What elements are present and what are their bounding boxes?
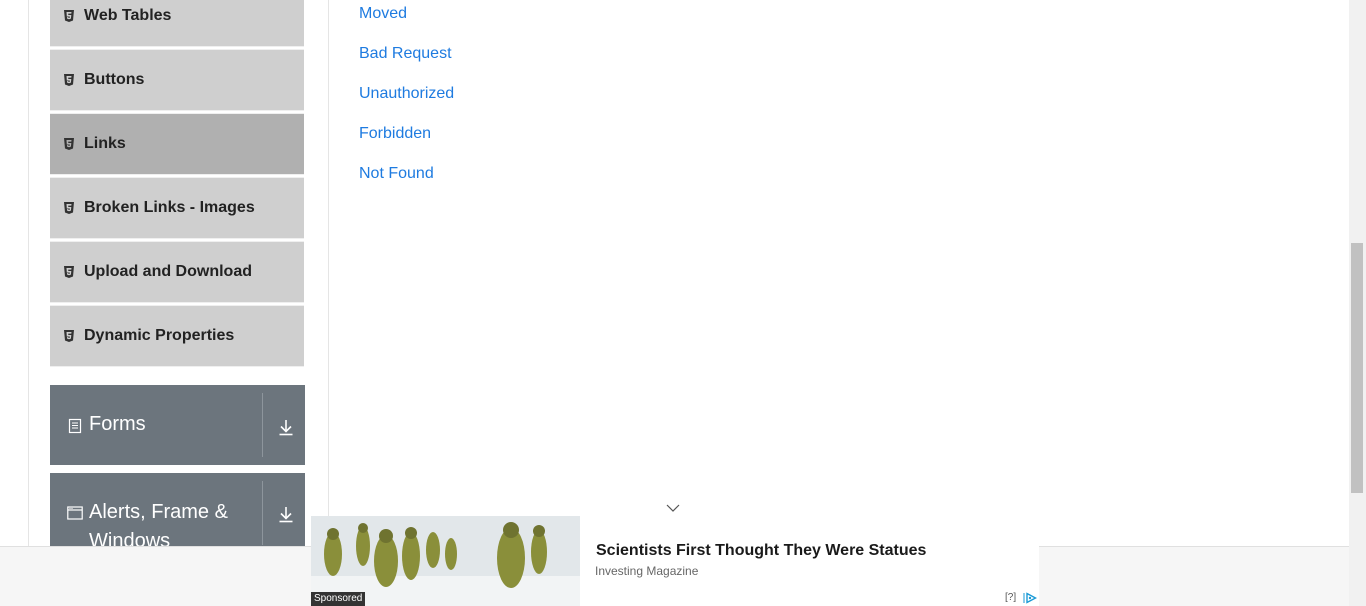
sponsored-ad[interactable]: Sponsored Scientists First Thought They … <box>311 516 1039 606</box>
download-arrow-icon[interactable] <box>276 504 296 524</box>
link-unauthorized[interactable]: Unauthorized <box>359 84 454 124</box>
menu-item-label: Web Tables <box>84 7 172 24</box>
group-divider <box>262 393 263 457</box>
link-forbidden[interactable]: Forbidden <box>359 124 454 164</box>
sponsored-label: Sponsored <box>311 592 366 606</box>
menu-item-broken-links-images[interactable]: Broken Links - Images <box>50 177 304 239</box>
ad-headline[interactable]: Scientists First Thought They Were Statu… <box>596 542 926 560</box>
menu-item-label: Links <box>84 135 126 152</box>
form-icon <box>68 418 82 434</box>
link-bad-request[interactable]: Bad Request <box>359 44 454 84</box>
link-moved[interactable]: Moved <box>359 4 454 44</box>
group-header-alerts-frame-windows[interactable]: Alerts, Frame & Windows <box>50 473 305 553</box>
group-divider <box>262 481 263 545</box>
html5-icon <box>64 10 74 22</box>
elements-menu-list: Web Tables Buttons Links Broken Links - … <box>50 0 304 369</box>
page: Web Tables Buttons Links Broken Links - … <box>0 0 1366 606</box>
chevron-down-icon[interactable] <box>665 502 681 514</box>
menu-item-upload-and-download[interactable]: Upload and Download <box>50 241 304 303</box>
html5-icon <box>64 202 74 214</box>
menu-item-label: Upload and Download <box>84 263 252 280</box>
menu-item-dynamic-properties[interactable]: Dynamic Properties <box>50 305 304 367</box>
ad-source: Investing Magazine <box>595 564 699 578</box>
menu-item-label: Broken Links - Images <box>84 199 255 216</box>
ad-info-button[interactable]: [?] <box>1005 592 1016 603</box>
group-header-forms[interactable]: Forms <box>50 385 305 465</box>
html5-icon <box>64 138 74 150</box>
window-icon <box>67 506 83 520</box>
html5-icon <box>64 74 74 86</box>
download-arrow-icon[interactable] <box>276 417 296 437</box>
group-title: Forms <box>89 413 146 435</box>
html5-icon <box>64 266 74 278</box>
scrollbar-thumb[interactable] <box>1351 243 1363 493</box>
html5-icon <box>64 330 74 342</box>
left-sidebar: Web Tables Buttons Links Broken Links - … <box>29 0 329 606</box>
status-links: Moved Bad Request Unauthorized Forbidden… <box>359 4 454 204</box>
adchoices-icon[interactable] <box>1023 592 1037 604</box>
link-not-found[interactable]: Not Found <box>359 164 454 204</box>
menu-item-web-tables[interactable]: Web Tables <box>50 0 304 47</box>
menu-item-label: Buttons <box>84 71 145 88</box>
vertical-scrollbar[interactable] <box>1349 0 1366 606</box>
menu-item-buttons[interactable]: Buttons <box>50 49 304 111</box>
menu-item-links[interactable]: Links <box>50 113 304 175</box>
menu-item-label: Dynamic Properties <box>84 327 235 344</box>
